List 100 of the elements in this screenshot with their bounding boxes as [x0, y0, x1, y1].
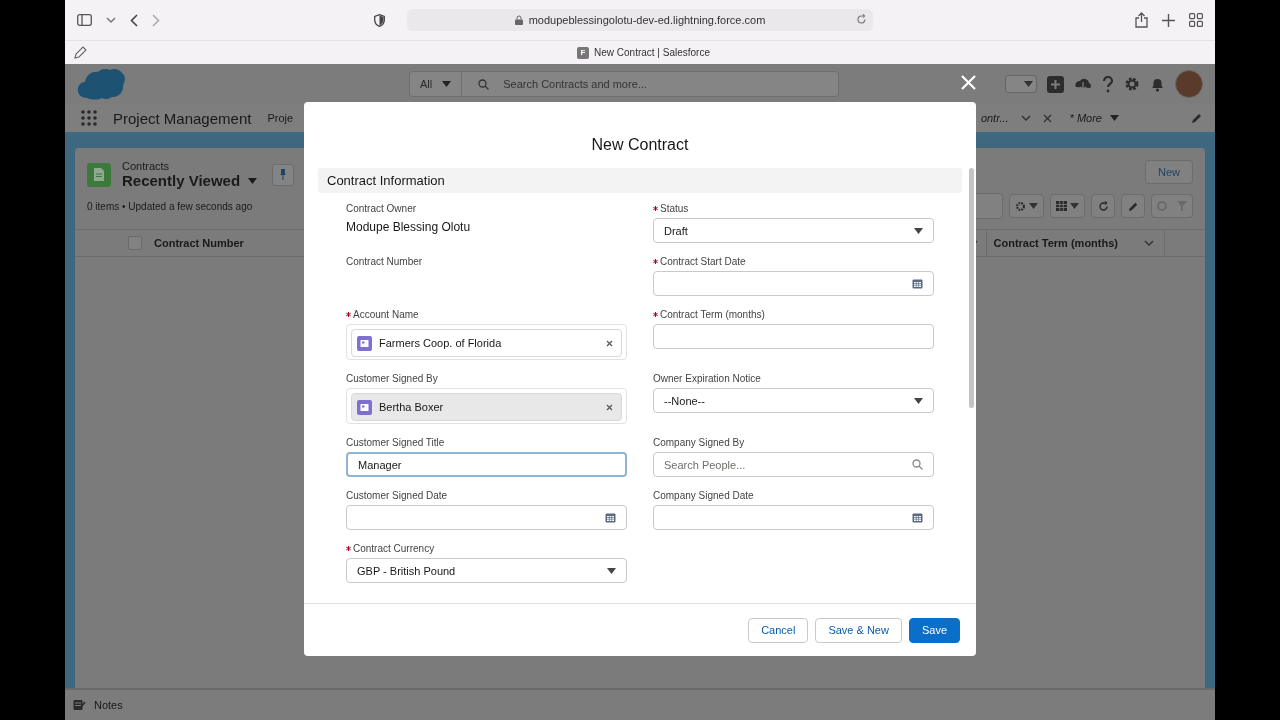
caret-icon	[914, 397, 923, 404]
field-label: Account Name	[353, 309, 419, 320]
caret-icon	[1029, 203, 1038, 209]
forward-icon[interactable]	[152, 13, 160, 27]
remove-icon[interactable]	[606, 339, 613, 347]
display-button[interactable]	[1050, 194, 1085, 218]
settings-button[interactable]	[1009, 194, 1044, 218]
chevron-down-icon	[1020, 114, 1031, 122]
section-header: Contract Information	[318, 168, 962, 193]
field-label: Company Signed By	[653, 437, 745, 448]
search-scope-select[interactable]: All	[410, 72, 463, 96]
save-button[interactable]: Save	[908, 617, 960, 643]
search-field[interactable]: Search People...	[653, 452, 934, 477]
close-icon[interactable]	[1042, 113, 1052, 123]
nav-tab[interactable]: ontr...	[980, 112, 1009, 124]
notes-icon	[73, 699, 86, 711]
modal-title: New Contract	[591, 136, 689, 154]
pencil-icon[interactable]	[73, 45, 87, 60]
avatar[interactable]	[1175, 70, 1203, 98]
date-field[interactable]	[653, 271, 934, 296]
text-field[interactable]: Manager	[346, 452, 627, 477]
sidebar-icon[interactable]	[77, 14, 92, 26]
text-field[interactable]	[653, 324, 934, 349]
search-icon	[478, 78, 490, 90]
required-icon	[346, 546, 351, 551]
app-name: Project Management	[113, 109, 252, 127]
calendar-icon	[605, 512, 616, 523]
select-field[interactable]: Draft	[653, 218, 934, 243]
caret-icon	[442, 81, 452, 87]
app-launcher-icon[interactable]	[81, 110, 97, 126]
required-icon	[346, 312, 351, 317]
field-label: Customer Signed By	[346, 373, 438, 384]
select-field[interactable]: GBP - British Pound	[346, 558, 627, 583]
field-label: Contract Term (months)	[660, 309, 765, 320]
address-bar[interactable]: modupeblessingolotu-dev-ed.lightning.force.com	[407, 9, 873, 31]
contract-icon	[87, 162, 111, 187]
share-icon[interactable]	[1135, 12, 1148, 28]
select-field[interactable]: --None--	[653, 388, 934, 413]
required-icon	[653, 259, 658, 264]
settings-icon[interactable]	[1124, 76, 1140, 92]
edit-button[interactable]	[1121, 194, 1145, 218]
lookup-pill[interactable]: Farmers Coop. of Florida	[351, 329, 622, 357]
favorites-button[interactable]	[1005, 75, 1037, 93]
help-icon[interactable]	[1102, 75, 1114, 93]
chevron-down-icon	[106, 16, 116, 24]
add-icon[interactable]	[1047, 75, 1064, 93]
back-icon[interactable]	[130, 13, 138, 27]
action-button[interactable]: Save & New	[815, 617, 902, 643]
caret-icon	[1070, 203, 1079, 209]
caret-icon	[1024, 81, 1033, 87]
date-field[interactable]	[346, 505, 627, 530]
favicon: F	[577, 46, 589, 59]
action-button[interactable]: Cancel	[748, 617, 809, 643]
utility-item[interactable]: Notes	[94, 699, 123, 711]
global-search-field[interactable]: Search Contracts and more...	[462, 78, 647, 90]
select-all-checkbox[interactable]	[128, 236, 142, 250]
reload-icon[interactable]	[856, 14, 867, 25]
column-header[interactable]: Contract Number	[154, 237, 244, 249]
pin-icon	[280, 169, 287, 180]
field-label: Customer Signed Title	[346, 437, 445, 448]
plus-icon[interactable]	[1162, 13, 1175, 27]
settings-icon	[1015, 200, 1026, 212]
field-label: Owner Expiration Notice	[653, 373, 761, 384]
list-view-title[interactable]: Recently Viewed	[122, 172, 241, 189]
remove-icon[interactable]	[606, 403, 613, 411]
required-icon	[653, 312, 658, 317]
caret-icon	[1110, 115, 1119, 121]
nav-item[interactable]: Proje	[267, 112, 294, 124]
lookup-pill[interactable]: Bertha Boxer	[351, 393, 622, 421]
more-menu[interactable]: * More	[1069, 112, 1102, 124]
tab-title[interactable]: New Contract | Salesforce	[594, 47, 710, 58]
field-label: Company Signed Date	[653, 490, 754, 501]
lock-icon	[514, 15, 523, 25]
pencil-icon[interactable]	[1191, 112, 1203, 124]
refresh-button[interactable]	[1091, 194, 1115, 218]
calendar-icon	[912, 278, 923, 289]
chevron-down-icon	[1144, 239, 1154, 247]
object-name: Contracts	[122, 160, 171, 172]
list-status: 0 items • Updated a few seconds ago	[87, 200, 253, 212]
tab-grid-icon[interactable]	[1189, 13, 1203, 27]
field-label: Contract Owner	[346, 203, 417, 214]
caret-icon	[607, 567, 616, 574]
record-icon	[357, 335, 372, 351]
field-label: Customer Signed Date	[346, 490, 448, 501]
table-icon	[1056, 201, 1067, 211]
caret-icon	[914, 227, 923, 234]
search-icon	[912, 459, 923, 470]
scrollbar[interactable]	[969, 168, 974, 408]
refresh-icon	[1097, 200, 1109, 212]
pin-button[interactable]	[272, 163, 295, 186]
record-icon	[357, 399, 372, 415]
field-label: Contract Currency	[353, 543, 435, 554]
cloud-logo[interactable]	[77, 68, 125, 100]
bell-icon[interactable]	[1150, 76, 1165, 92]
shield-icon[interactable]	[374, 13, 385, 27]
field-label: Contract Start Date	[660, 256, 746, 267]
column-header[interactable]: Contract Term (months)	[993, 237, 1118, 249]
field-label: Contract Number	[346, 256, 423, 267]
field-label: Status	[660, 203, 689, 214]
date-field[interactable]	[653, 505, 934, 530]
